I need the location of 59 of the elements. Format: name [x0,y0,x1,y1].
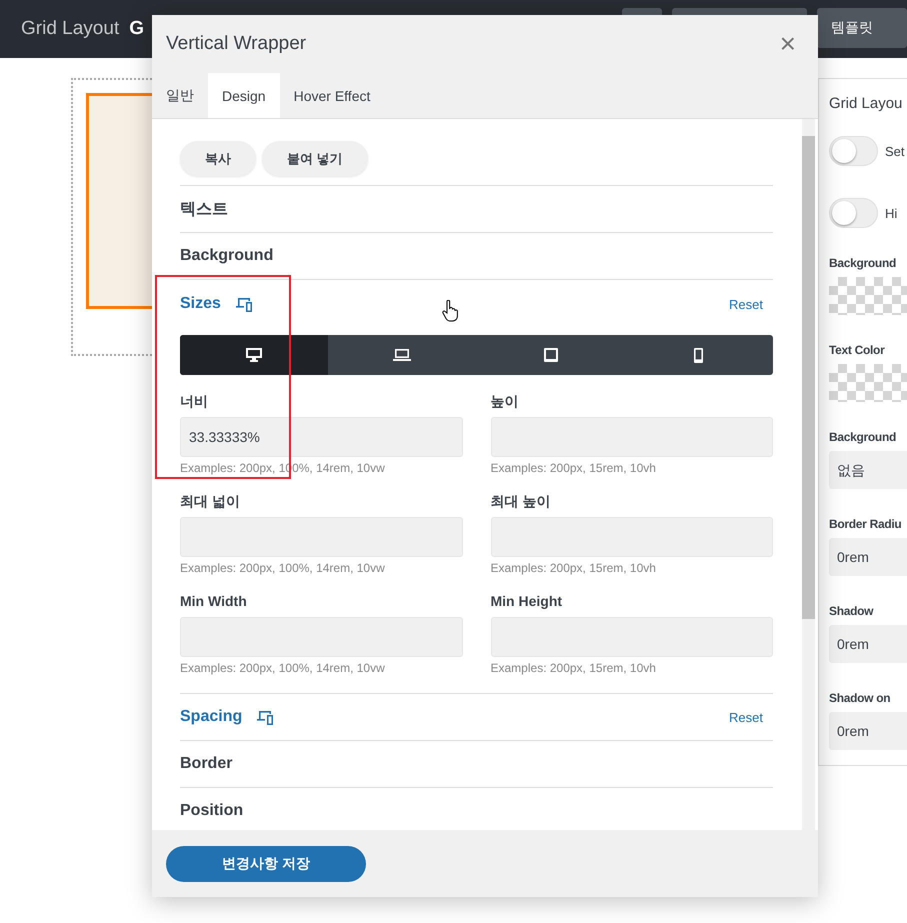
select-field[interactable]: 없음 [829,451,907,489]
copy-button[interactable]: 복사 [180,141,256,176]
toggle-switch[interactable] [829,136,878,166]
page-title: G [129,18,144,40]
field-label: 높이 [490,393,520,409]
input-field[interactable]: 33.33333% [180,417,462,457]
tab[interactable]: Hover Effect [280,73,384,118]
field-label: Text Color [829,343,886,357]
field-label: Border Radiu [829,517,902,531]
input-field[interactable]: 0rem [829,538,907,576]
reset-link[interactable]: Reset [729,296,763,312]
save-button[interactable]: 변경사항 저장 [166,846,366,882]
dialog-title: Vertical Wrapper [166,33,306,55]
device-tab[interactable] [180,335,328,375]
scrollbar[interactable] [802,119,815,830]
toggle-label: Set [885,144,905,158]
field-hint: Examples: 200px, 15rem, 10vh [490,461,657,475]
laptop-icon [393,349,412,361]
monitor-icon [246,348,262,362]
devices-icon[interactable] [234,296,255,312]
input-field[interactable]: 0rem [829,625,907,663]
phone-icon [694,348,704,362]
field-hint: Examples: 200px, 100%, 14rem, 10vw [180,661,386,675]
field-hint: Examples: 200px, 15rem, 10vh [490,661,657,675]
section-title[interactable]: Position [180,802,244,820]
input-field[interactable] [490,417,773,457]
reset-link[interactable]: Reset [729,710,763,724]
tab[interactable]: Design [208,73,280,118]
tablet-icon [544,348,558,362]
toggle-switch[interactable] [829,198,878,228]
section-title[interactable]: 텍스트 [180,198,228,220]
input-field[interactable] [180,517,462,557]
tab[interactable]: 일반 [152,73,208,118]
section-title[interactable]: Spacing [180,708,242,726]
field-label: 최대 높이 [490,493,552,509]
field-label: Background [829,430,898,444]
template-button[interactable]: 템플릿 [817,8,907,48]
field-label: Min Height [490,593,564,609]
field-label: 너비 [180,393,209,409]
panel-heading: Grid Layou [829,95,904,112]
close-button[interactable]: × [772,28,804,60]
paste-button[interactable]: 붙여 넣기 [262,141,368,176]
input-field[interactable] [490,617,773,657]
section-title[interactable]: Sizes [180,295,221,313]
toggle-label: Hi [885,206,898,220]
input-field[interactable] [490,517,773,557]
field-label: Min Width [180,593,248,609]
input-field[interactable]: 0rem [829,712,907,750]
field-label: 최대 넓이 [180,493,241,509]
input-field[interactable] [180,617,462,657]
field-label: Shadow [829,604,874,618]
field-hint: Examples: 200px, 15rem, 10vh [490,561,657,575]
section-title[interactable]: Background [180,247,274,265]
field-label: Background [829,256,898,270]
field-label: Shadow on [829,691,892,705]
field-hint: Examples: 200px, 100%, 14rem, 10vw [180,561,386,575]
app-title: Grid Layout [21,18,120,40]
hand-cursor-icon [442,300,458,322]
section-title[interactable]: Border [180,755,232,773]
